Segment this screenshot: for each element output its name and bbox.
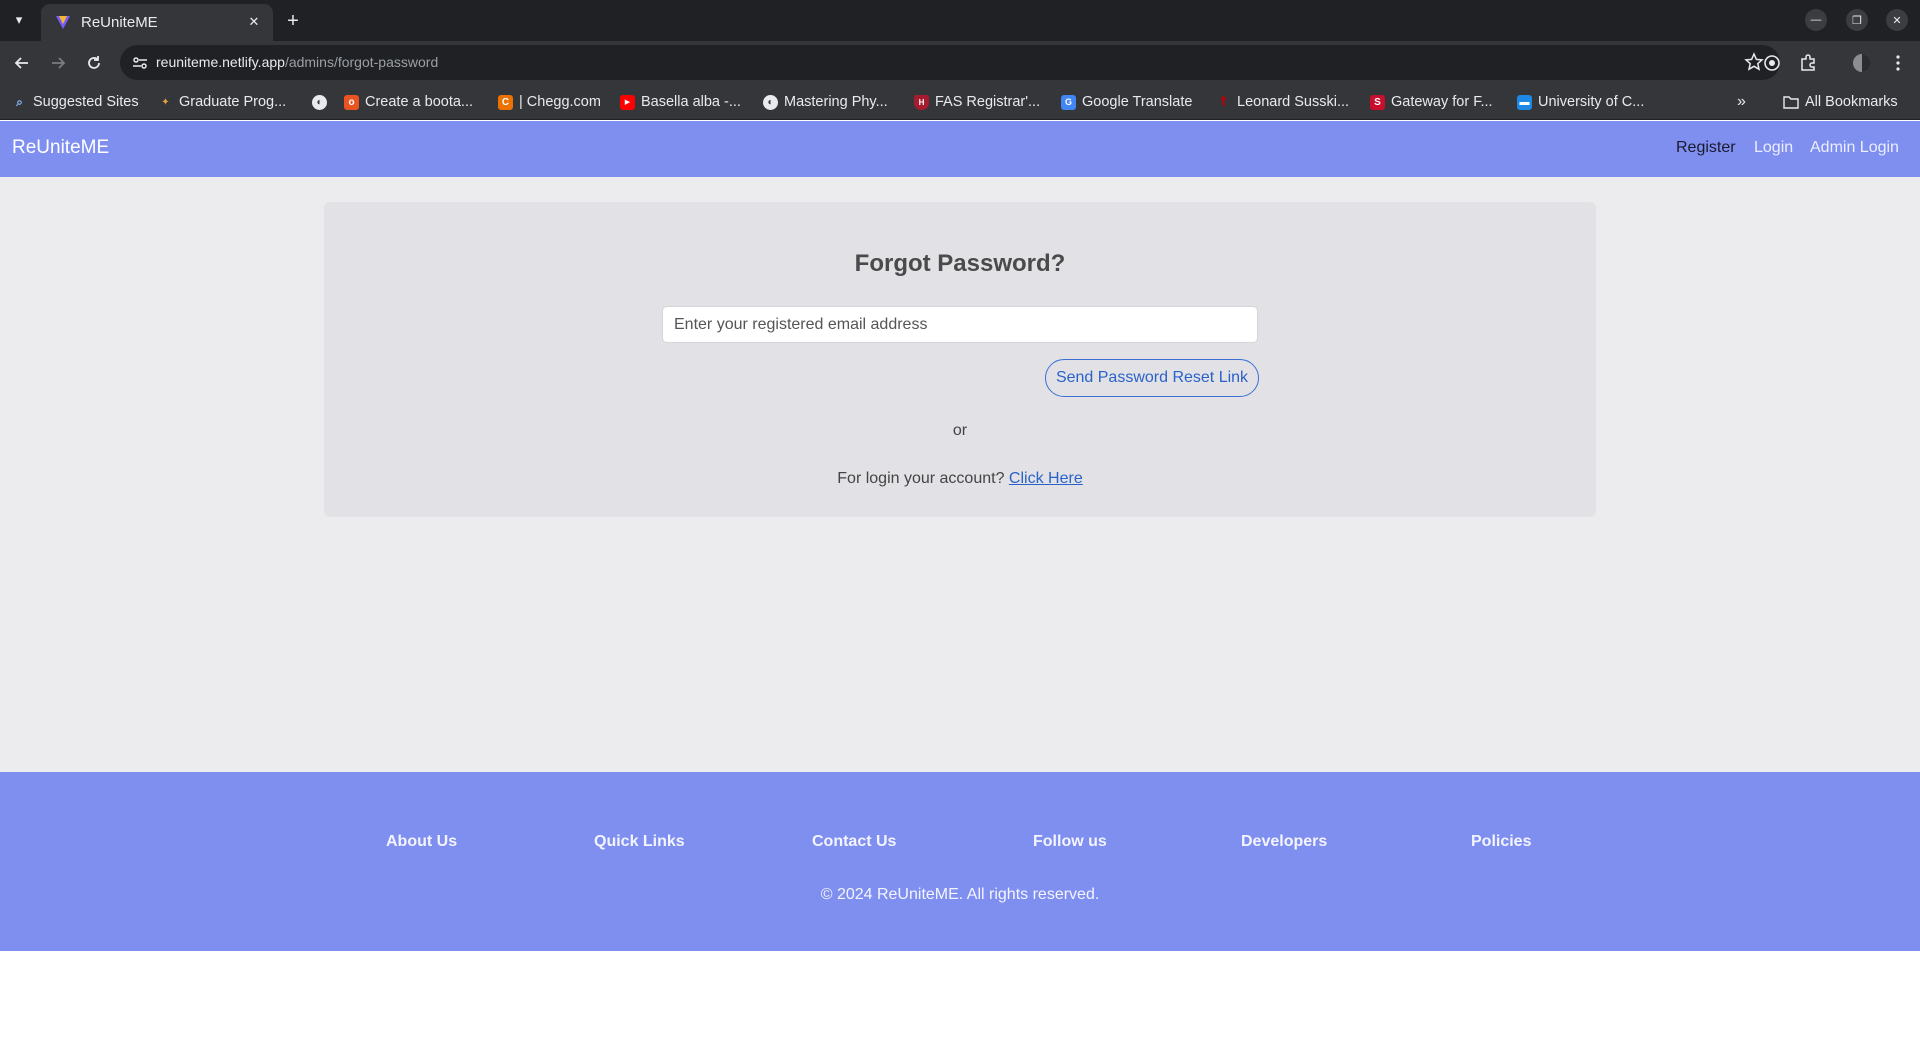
bookmark-suggested-sites[interactable]: ⌕ Suggested Sites bbox=[12, 92, 138, 112]
chegg-icon: C bbox=[498, 94, 513, 110]
graduate-icon: ✦ bbox=[161, 96, 170, 108]
all-bookmarks-folder[interactable]: All Bookmarks bbox=[1783, 92, 1898, 112]
search-icon: ⌕ bbox=[16, 94, 23, 109]
site-navbar: ReUniteME Register Login Admin Login bbox=[0, 121, 1920, 177]
window-restore-icon[interactable]: ❐ bbox=[1846, 9, 1868, 31]
harvard-shield-icon: H bbox=[914, 94, 929, 110]
main-content: Forgot Password? Send Password Reset Lin… bbox=[0, 177, 1920, 772]
forgot-password-card: Forgot Password? Send Password Reset Lin… bbox=[324, 202, 1596, 517]
bookmark-globe[interactable]: ◐ bbox=[312, 92, 327, 112]
tab-search-chevron-icon[interactable]: ▾ bbox=[6, 8, 32, 32]
page-viewport: ReUniteME Register Login Admin Login For… bbox=[0, 121, 1920, 1053]
login-prompt-text: For login your account? bbox=[837, 470, 1005, 487]
bookmark-fas-registrar[interactable]: H FAS Registrar'... bbox=[914, 92, 1040, 112]
nav-login-link[interactable]: Login bbox=[1754, 139, 1793, 157]
bookmark-create-bootable[interactable]: o Create a boota... bbox=[344, 92, 473, 112]
folder-icon bbox=[1783, 96, 1799, 109]
bookmarks-bar: ⌕ Suggested Sites ✦ Graduate Prog... ◐ o… bbox=[0, 84, 1920, 120]
site-settings-icon[interactable] bbox=[130, 53, 150, 73]
footer-policies-link[interactable]: Policies bbox=[1471, 833, 1531, 851]
browser-tab-strip: ▾ ReUniteME ✕ + — ❐ ✕ bbox=[0, 0, 1920, 41]
browser-toolbar: reuniteme.netlify.app/admins/forgot-pass… bbox=[0, 41, 1920, 84]
stanford-icon: ꝉ bbox=[1220, 94, 1227, 109]
bookmark-gateway[interactable]: S Gateway for F... bbox=[1370, 92, 1493, 112]
youtube-icon: ▶ bbox=[620, 94, 635, 110]
footer-developers-link[interactable]: Developers bbox=[1241, 833, 1327, 851]
browser-menu-kebab-icon[interactable] bbox=[1886, 51, 1910, 75]
bookmark-basella-alba[interactable]: ▶ Basella alba -... bbox=[620, 92, 741, 112]
bookmark-graduate-prog[interactable]: ✦ Graduate Prog... bbox=[158, 92, 286, 112]
tab-close-icon[interactable]: ✕ bbox=[245, 13, 263, 31]
bookmark-leonard-susskind[interactable]: ꝉ Leonard Susski... bbox=[1216, 92, 1349, 112]
url-text: reuniteme.netlify.app/admins/forgot-pass… bbox=[156, 54, 439, 70]
footer-about-us-link[interactable]: About Us bbox=[386, 833, 457, 851]
nav-register-link[interactable]: Register bbox=[1676, 139, 1736, 157]
browser-tab-active[interactable]: ReUniteME ✕ bbox=[41, 4, 273, 41]
extension-target-icon[interactable] bbox=[1760, 51, 1784, 75]
login-prompt: For login your account? Click Here bbox=[324, 470, 1596, 488]
page-bottom-blank bbox=[0, 951, 1920, 1053]
google-translate-icon: G bbox=[1061, 94, 1076, 110]
globe-icon: ◐ bbox=[312, 94, 327, 110]
window-close-icon[interactable]: ✕ bbox=[1886, 9, 1908, 31]
window-minimize-icon[interactable]: — bbox=[1805, 9, 1827, 31]
footer-contact-us-link[interactable]: Contact Us bbox=[812, 833, 896, 851]
profile-avatar[interactable] bbox=[1850, 51, 1874, 75]
globe-icon: ◐ bbox=[763, 94, 778, 110]
site-brand-link[interactable]: ReUniteME bbox=[12, 137, 109, 159]
address-bar[interactable]: reuniteme.netlify.app/admins/forgot-pass… bbox=[120, 45, 1780, 80]
tab-title: ReUniteME bbox=[81, 14, 158, 31]
new-tab-plus-icon[interactable]: + bbox=[281, 9, 305, 33]
footer-quick-links-link[interactable]: Quick Links bbox=[594, 833, 685, 851]
bookmark-google-translate[interactable]: G Google Translate bbox=[1061, 92, 1192, 112]
footer-copyright: © 2024 ReUniteME. All rights reserved. bbox=[820, 886, 1100, 903]
click-here-login-link[interactable]: Click Here bbox=[1009, 470, 1083, 487]
nav-admin-login-link[interactable]: Admin Login bbox=[1810, 139, 1899, 157]
page-title: Forgot Password? bbox=[854, 250, 1066, 277]
university-icon: ▬ bbox=[1517, 94, 1532, 110]
back-arrow-icon[interactable] bbox=[8, 49, 36, 77]
bookmarks-overflow-chevron-icon[interactable]: » bbox=[1737, 92, 1746, 112]
footer-follow-us-link[interactable]: Follow us bbox=[1033, 833, 1107, 851]
or-divider-text: or bbox=[952, 422, 968, 439]
reuniteme-favicon-icon bbox=[56, 16, 70, 29]
send-reset-link-button[interactable]: Send Password Reset Link bbox=[1045, 359, 1259, 397]
bookmark-chegg[interactable]: C | Chegg.com bbox=[498, 92, 601, 112]
extensions-puzzle-icon[interactable] bbox=[1796, 51, 1820, 75]
bookmark-mastering-physics[interactable]: ◐ Mastering Phy... bbox=[763, 92, 888, 112]
reload-icon[interactable] bbox=[80, 49, 108, 77]
ubuntu-icon: o bbox=[344, 94, 359, 110]
bookmark-university[interactable]: ▬ University of C... bbox=[1517, 92, 1644, 112]
site-footer: About Us Quick Links Contact Us Follow u… bbox=[0, 772, 1920, 951]
email-field[interactable] bbox=[662, 306, 1258, 343]
gateway-icon: S bbox=[1370, 94, 1385, 110]
forward-arrow-icon[interactable] bbox=[44, 49, 72, 77]
